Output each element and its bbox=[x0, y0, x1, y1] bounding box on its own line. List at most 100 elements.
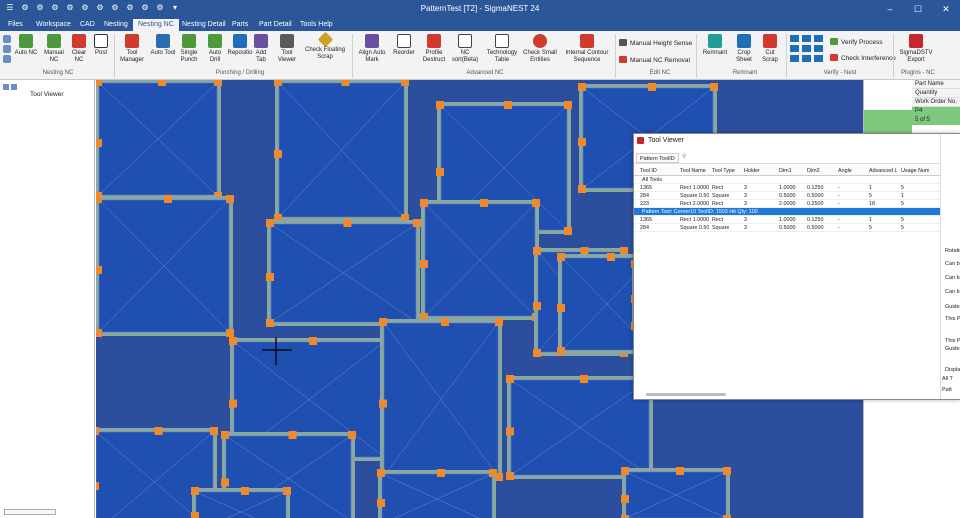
group-row[interactable]: Pattern Tool: Corner10 ToolID: 1503 Hit … bbox=[634, 208, 944, 216]
tab-marker[interactable] bbox=[266, 319, 274, 327]
reorder-button[interactable]: Reorder bbox=[390, 34, 418, 57]
tab-marker[interactable] bbox=[96, 139, 102, 147]
verify-process-button[interactable]: Verify Process bbox=[830, 38, 883, 46]
tab-parts[interactable]: Parts bbox=[227, 19, 253, 31]
tab-marker[interactable] bbox=[288, 431, 297, 439]
verify-tool-icon[interactable] bbox=[790, 45, 799, 52]
tab-cad[interactable]: CAD bbox=[75, 19, 100, 31]
tab-marker[interactable] bbox=[191, 512, 199, 518]
post-button[interactable]: Post bbox=[92, 34, 110, 57]
tab-marker[interactable] bbox=[580, 375, 588, 383]
tab-marker[interactable] bbox=[480, 199, 488, 207]
tab-marker[interactable] bbox=[533, 247, 541, 255]
tab-marker[interactable] bbox=[533, 302, 541, 310]
tab-nesting-nc[interactable]: Nesting NC bbox=[133, 19, 179, 31]
tab-marker[interactable] bbox=[495, 318, 503, 326]
tab-marker[interactable] bbox=[420, 260, 428, 268]
tab-marker[interactable] bbox=[578, 83, 586, 91]
quantity-value[interactable]: 5 of 5 bbox=[912, 116, 960, 125]
tab-marker[interactable] bbox=[341, 80, 350, 86]
tab-marker[interactable] bbox=[154, 427, 163, 435]
nest-part[interactable] bbox=[195, 491, 287, 518]
tab-marker[interactable] bbox=[436, 168, 444, 176]
tab-marker[interactable] bbox=[266, 273, 274, 281]
tab-marker[interactable] bbox=[96, 482, 99, 490]
cut-scrap-button[interactable]: Cut Scrap bbox=[758, 34, 782, 64]
auto-tool-button[interactable]: Auto Tool bbox=[150, 34, 176, 57]
manual-height-sense-button[interactable]: Manual Height Sense bbox=[619, 39, 692, 47]
tab-marker[interactable] bbox=[504, 101, 512, 109]
check-floating-scrap-button[interactable]: Check Floating Scrap bbox=[302, 31, 348, 61]
manual-nc-removal-button[interactable]: Manual NC Removal bbox=[619, 56, 690, 64]
verify-tool-icon[interactable] bbox=[790, 35, 799, 42]
internal-contour-sequence-button[interactable]: Internal Contour Sequence bbox=[562, 34, 612, 64]
add-tab-button[interactable]: Add Tab bbox=[251, 34, 271, 64]
tab-marker[interactable] bbox=[221, 478, 229, 487]
check-interference-button[interactable]: Check Interference bbox=[830, 54, 896, 62]
clear-nc-button[interactable]: Clear NC bbox=[68, 34, 90, 64]
verify-tool-icon[interactable] bbox=[802, 45, 811, 52]
tab-marker[interactable] bbox=[377, 469, 385, 477]
tab-marker[interactable] bbox=[489, 469, 497, 477]
tab-marker[interactable] bbox=[676, 467, 684, 475]
verify-tool-icon[interactable] bbox=[802, 55, 811, 62]
tab-marker[interactable] bbox=[241, 487, 249, 495]
tab-nesting[interactable]: Nesting bbox=[99, 19, 133, 31]
tab-marker[interactable] bbox=[283, 487, 291, 495]
pattern-toolid-button[interactable]: Pattern ToolID bbox=[636, 153, 679, 163]
tab-marker[interactable] bbox=[229, 337, 237, 345]
tab-marker[interactable] bbox=[723, 467, 731, 475]
tool-manager-button[interactable]: Tool Manager bbox=[117, 34, 147, 64]
horizontal-scrollbar[interactable] bbox=[646, 393, 726, 396]
tab-marker[interactable] bbox=[578, 185, 586, 193]
auto-drill-button[interactable]: Auto Drill bbox=[204, 34, 226, 64]
align-auto-mark-button[interactable]: Align Auto Mark bbox=[356, 34, 388, 64]
tab-marker[interactable] bbox=[274, 150, 282, 158]
tab-marker[interactable] bbox=[377, 499, 385, 507]
tab-marker[interactable] bbox=[379, 318, 387, 326]
verify-tool-icon[interactable] bbox=[814, 35, 823, 42]
tab-marker[interactable] bbox=[164, 195, 172, 203]
tab-marker[interactable] bbox=[229, 399, 237, 408]
tab-marker[interactable] bbox=[578, 138, 586, 146]
view-icon[interactable] bbox=[3, 84, 9, 90]
tab-marker[interactable] bbox=[621, 467, 629, 475]
maximize-button[interactable]: ☐ bbox=[904, 0, 932, 18]
tab-marker[interactable] bbox=[343, 219, 352, 227]
tab-marker[interactable] bbox=[557, 304, 565, 312]
option-label[interactable]: Patt bbox=[942, 387, 952, 393]
minimize-button[interactable]: – bbox=[876, 0, 904, 18]
close-button[interactable]: ✕ bbox=[932, 0, 960, 18]
tab-marker[interactable] bbox=[506, 472, 514, 480]
tool-row[interactable]: 1365 Rect 1.0000 Rect 3 1.0000 0.1250 - 1 5 bbox=[634, 216, 944, 224]
verify-tool-icon[interactable] bbox=[802, 35, 811, 42]
tab-marker[interactable] bbox=[309, 337, 317, 345]
tab-marker[interactable] bbox=[413, 219, 421, 227]
tab-marker[interactable] bbox=[621, 495, 629, 503]
tab-marker[interactable] bbox=[191, 487, 199, 495]
tab-marker[interactable] bbox=[580, 247, 589, 255]
tab-files[interactable]: Files bbox=[3, 19, 28, 31]
manual-nc-button[interactable]: Manual NC bbox=[42, 34, 66, 64]
sigmadstv-export-button[interactable]: SigmaDSTV Export bbox=[897, 34, 935, 64]
tool-viewer-button[interactable]: Tool Viewer bbox=[274, 34, 300, 64]
sidebar-scrollbar[interactable] bbox=[4, 509, 56, 515]
view-icon[interactable] bbox=[11, 84, 17, 90]
tab-marker[interactable] bbox=[266, 219, 274, 227]
grid-icon[interactable] bbox=[2, 35, 12, 65]
grid-header[interactable]: Tool ID Tool Name Tool Type Holder Dim1 Dim2 A… bbox=[634, 166, 944, 176]
tool-row[interactable]: 223 Rect 2.0000 Rect 3 2.0000 0.2500 - 18 5 bbox=[634, 200, 944, 208]
tab-marker[interactable] bbox=[96, 329, 102, 337]
single-punch-button[interactable]: Single Punch bbox=[177, 34, 201, 64]
option-label[interactable]: All T bbox=[942, 376, 953, 382]
tool-row[interactable]: 284 Square 0.50 Square 3 0.5000 0.5000 - 5 1 bbox=[634, 192, 944, 200]
tab-marker[interactable] bbox=[533, 349, 541, 357]
tool-row[interactable]: 1365 Rect 1.0000 Rect 3 1.0000 0.1250 - 1 5 bbox=[634, 184, 944, 192]
tab-marker[interactable] bbox=[620, 247, 628, 255]
tab-marker[interactable] bbox=[214, 80, 222, 86]
tab-part-detail[interactable]: Part Detail bbox=[254, 19, 297, 31]
tab-marker[interactable] bbox=[379, 399, 387, 408]
tab-marker[interactable] bbox=[221, 431, 229, 439]
nest-part[interactable] bbox=[381, 473, 493, 518]
tab-marker[interactable] bbox=[506, 375, 514, 383]
